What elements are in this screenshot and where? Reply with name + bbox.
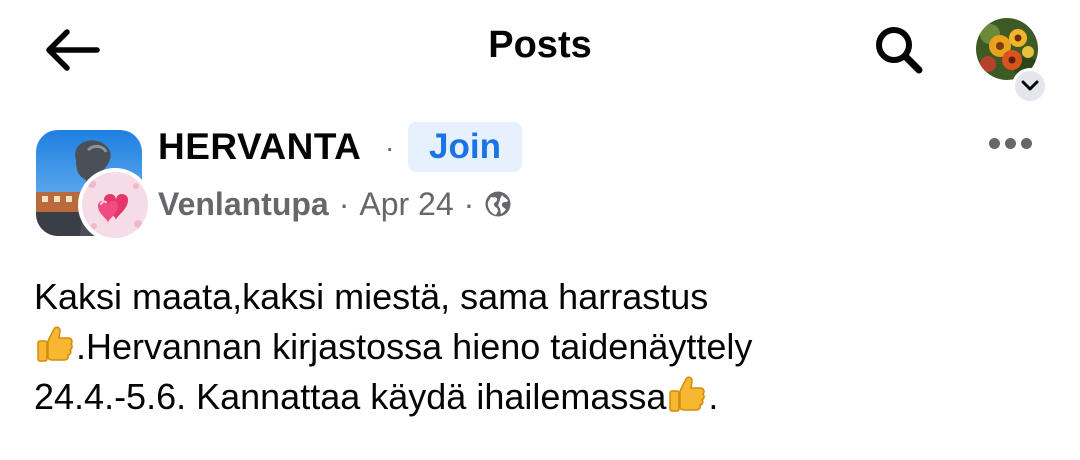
post-text-line: Kaksi maata,kaksi miestä, sama harrastus — [34, 276, 709, 317]
post-header: HERVANTA · Join Venlantupa · Apr 24 · — [0, 110, 1080, 242]
post-text-line: 24.4.-5.6. Kannattaa käydä ihailemassa . — [34, 372, 1054, 422]
back-button[interactable] — [36, 22, 108, 78]
arrow-left-icon — [46, 29, 100, 71]
separator-dot: · — [385, 132, 395, 163]
join-button[interactable]: Join — [408, 122, 522, 172]
post-date[interactable]: Apr 24 — [359, 186, 453, 223]
more-options-button[interactable] — [980, 128, 1040, 158]
globe-icon — [484, 190, 512, 218]
thumbs-up-emoji — [37, 326, 73, 362]
chevron-down-icon — [1021, 80, 1039, 91]
post-text-line: .Hervannan kirjastossa hieno taidenäytte… — [34, 322, 1054, 372]
profile-menu-button[interactable] — [972, 14, 1052, 104]
search-button[interactable] — [866, 20, 932, 80]
thumbs-up-emoji — [669, 376, 706, 412]
separator-dot: · — [463, 185, 475, 222]
post-text: Kaksi maata,kaksi miestä, sama harrastus… — [34, 272, 1054, 422]
more-horizontal-icon — [988, 137, 1000, 149]
top-bar: Posts — [0, 0, 1080, 104]
author-avatar[interactable] — [78, 168, 152, 242]
author-name[interactable]: Venlantupa — [158, 186, 329, 223]
profile-chevron — [1012, 68, 1048, 104]
search-icon — [876, 27, 923, 74]
group-name[interactable]: HERVANTA — [158, 126, 361, 168]
separator-dot: · — [338, 185, 350, 222]
post-meta: Venlantupa · Apr 24 · — [158, 184, 512, 224]
